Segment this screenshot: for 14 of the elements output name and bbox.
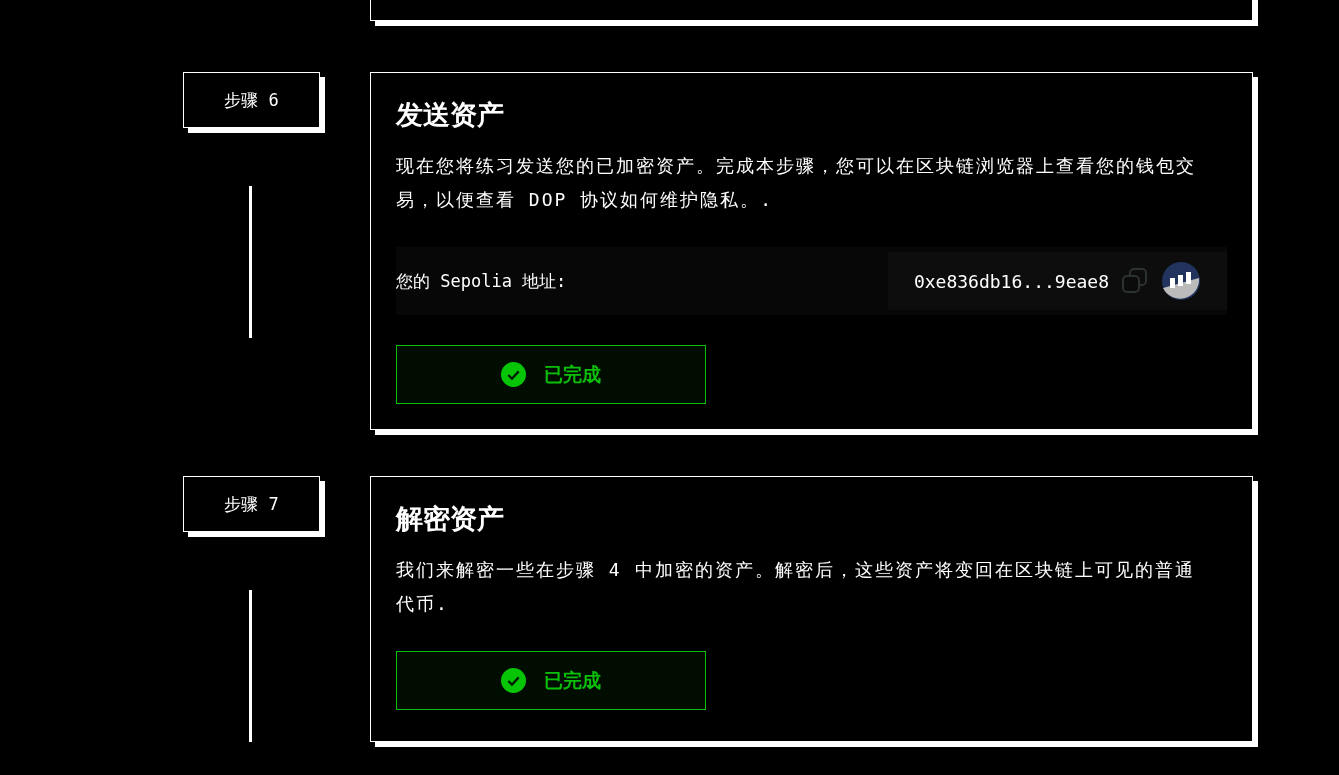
bar-chart-logo-icon bbox=[1161, 261, 1201, 301]
completed-button[interactable]: 已完成 bbox=[396, 345, 706, 404]
copy-icon[interactable] bbox=[1121, 267, 1149, 295]
step-title: 解密资产 bbox=[396, 502, 505, 536]
step-label: 步骤 7 bbox=[183, 476, 325, 537]
step-description: 我们来解密一些在步骤 4 中加密的资产。解密后，这些资产将变回在区块链上可见的普通代币. bbox=[396, 558, 1196, 616]
wallet-address: 0xe836db16...9eae8 bbox=[913, 270, 1109, 292]
completed-button[interactable]: 已完成 bbox=[396, 651, 706, 710]
check-icon bbox=[501, 362, 526, 387]
check-icon bbox=[501, 668, 526, 693]
address-label: 您的 Sepolia 地址: bbox=[396, 269, 567, 293]
step-label: 步骤 6 bbox=[183, 72, 325, 133]
step-description: 现在您将练习发送您的已加密资产。完成本步骤，您可以在区块链浏览器上查看您的钱包交易，以便查看 DOP 协议如何维护隐私。. bbox=[396, 154, 1197, 212]
step-title: 发送资产 bbox=[396, 98, 505, 132]
